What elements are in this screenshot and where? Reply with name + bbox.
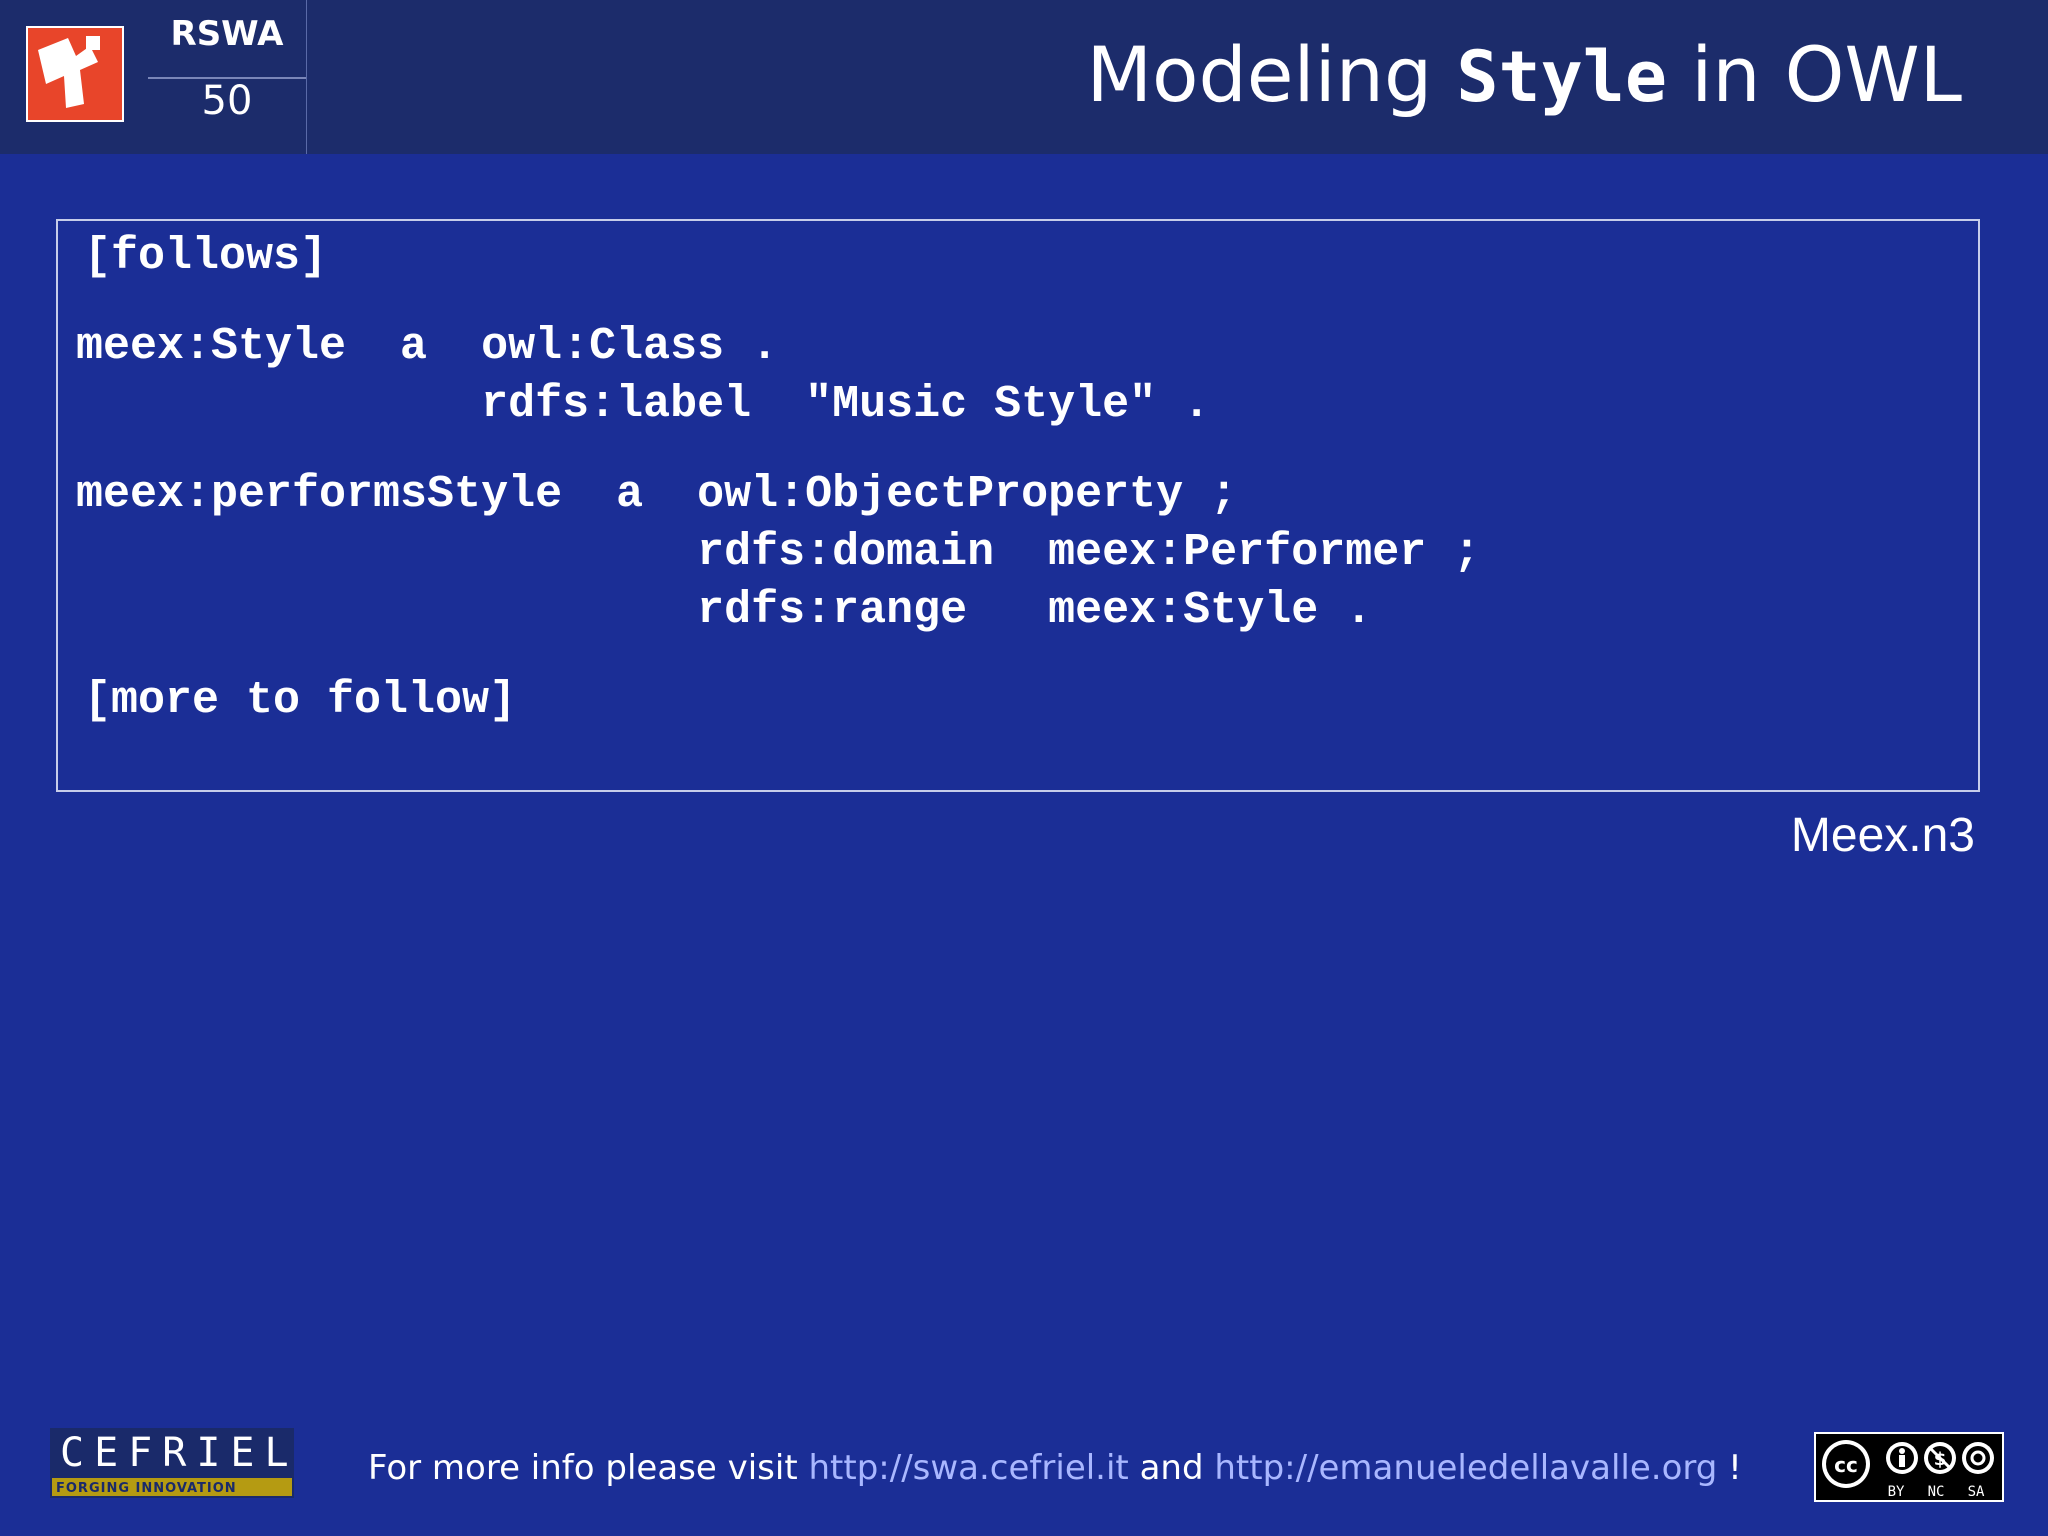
footer-link-personal[interactable]: http://emanueledellavalle.org (1214, 1448, 1717, 1488)
code-line: meex:Style a owl:Class . (76, 321, 779, 372)
cc-label: SA (1968, 1484, 1985, 1500)
slide-title: Modeling Style in OWL (1086, 30, 1962, 119)
code-line: [more to follow] (84, 675, 517, 726)
code-line: [follows] (84, 231, 328, 282)
footer-text: ! (1717, 1448, 1742, 1488)
svg-text:cc: cc (1834, 1453, 1858, 1477)
code-line: rdfs:domain meex:Performer ; (76, 527, 1481, 578)
footer-link-swa[interactable]: http://swa.cefriel.it (808, 1448, 1128, 1488)
code-line: rdfs:label "Music Style" . (76, 379, 1211, 430)
cefriel-tagline: FORGING INNOVATION (56, 1481, 237, 1496)
cc-label: BY (1888, 1484, 1905, 1500)
creative-commons-badge[interactable]: cc $ BY NC SA (1814, 1432, 2004, 1502)
cc-label: NC (1928, 1484, 1945, 1500)
cefriel-logo: CEFRIEL FORGING INNOVATION (50, 1428, 294, 1498)
footer-info: For more info please visit http://swa.ce… (368, 1448, 1742, 1488)
slide-number: 50 (201, 78, 253, 124)
title-code: Style (1456, 36, 1668, 118)
footer-text: For more info please visit (368, 1448, 809, 1488)
file-name: Meex.n3 (1790, 809, 1975, 862)
cefriel-wordmark: CEFRIEL (60, 1430, 299, 1476)
title-suffix: in OWL (1667, 30, 1962, 119)
title-prefix: Modeling (1086, 30, 1457, 119)
slide-header: RSWA 50 Modeling Style in OWL (0, 0, 2048, 154)
code-box: [follows] meex:Style a owl:Class . rdfs:… (56, 219, 1980, 792)
footer-text: and (1128, 1448, 1215, 1488)
code-line: rdfs:range meex:Style . (76, 585, 1373, 636)
course-logo-icon (26, 26, 124, 122)
course-code: RSWA (170, 14, 284, 54)
course-badge: RSWA 50 (148, 0, 307, 154)
code-line: meex:performsStyle a owl:ObjectProperty … (76, 469, 1238, 520)
